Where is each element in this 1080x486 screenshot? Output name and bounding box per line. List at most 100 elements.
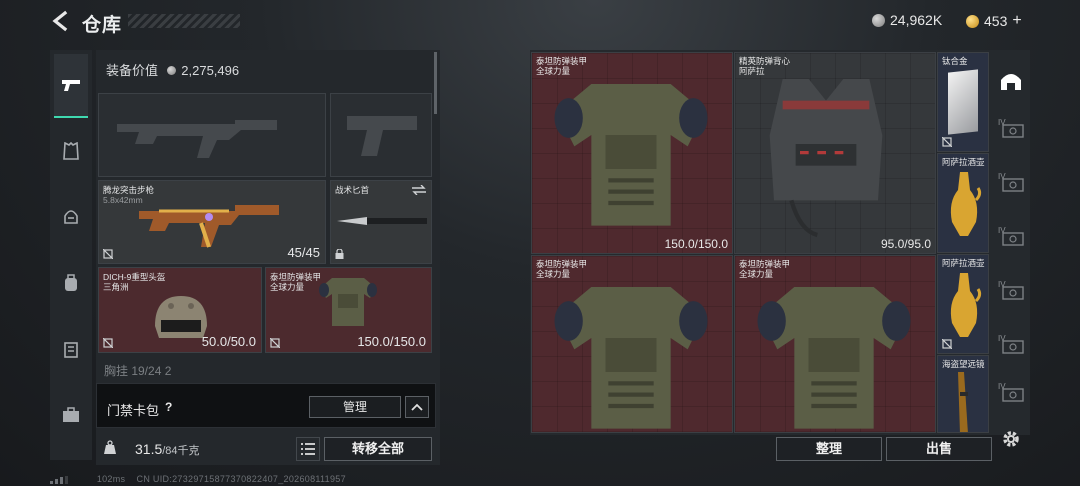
list-icon <box>301 443 315 455</box>
no-insure-icon <box>942 137 952 147</box>
helmet-icon <box>64 210 78 224</box>
back-icon[interactable] <box>50 10 72 32</box>
page-title: 仓库 <box>82 15 123 36</box>
tab-item-icon <box>1002 124 1024 138</box>
item-name: 泰坦防弹装甲 <box>270 272 322 282</box>
stash-item-vest[interactable]: 精英防弹背心 阿萨拉 95.0/95.0 <box>734 52 936 254</box>
telescope-icon <box>958 372 968 432</box>
stash-item-flask[interactable]: 阿萨拉酒壶 <box>937 153 989 253</box>
no-insure-icon <box>270 338 280 348</box>
tab-item-icon <box>1002 286 1024 300</box>
status-bar: 102ms CN UID:2732971587737082240​7_20260… <box>50 474 346 484</box>
durability: 50.0/50.0 <box>201 334 256 349</box>
rail-tab-chest-rig[interactable] <box>54 332 88 366</box>
stash-item-armor[interactable]: 泰坦防弹装甲 全球力量 150.0/150.0 <box>531 52 733 254</box>
add-gold-button[interactable]: + <box>1012 12 1021 30</box>
tab-item-icon <box>1002 340 1024 354</box>
ammo-count: 45/45 <box>287 245 320 260</box>
primary-weapon-slot[interactable]: 腾龙突击步枪 5.8x42mm 45/45 <box>98 180 326 264</box>
coin-icon <box>872 13 885 27</box>
item-name: 腾龙突击步枪 <box>103 185 155 195</box>
armor-item-icon <box>319 278 377 326</box>
item-name: 战术匕首 <box>335 185 370 195</box>
stash-filter-tab[interactable]: IV <box>998 334 1024 356</box>
briefcase-icon <box>63 407 79 422</box>
backpack-icon <box>65 274 77 291</box>
stash-filter-tab[interactable]: IV <box>998 118 1024 140</box>
rifle-silhouette-icon <box>117 120 277 158</box>
stash-item-flask[interactable]: 阿萨拉酒壶 <box>937 254 989 354</box>
item-name: DICH-9重型头盔 <box>103 272 166 282</box>
coin-balance: 24,962K <box>872 12 942 28</box>
uid: CN UID:2732971587737082240​7_20260811195… <box>136 474 346 484</box>
vest-item-icon <box>769 79 883 238</box>
carry-weight: 31.5/84千克 <box>135 441 200 457</box>
item-faction: 三角洲 <box>103 282 129 292</box>
titanium-plate-icon <box>948 69 978 135</box>
transfer-all-button[interactable]: 转移全部 <box>324 437 432 461</box>
gold-balance[interactable]: 453 + <box>966 12 1022 30</box>
armor-item-icon <box>757 287 911 429</box>
pistol-slot-empty[interactable] <box>330 93 432 177</box>
weight-icon <box>104 440 116 454</box>
no-insure-icon <box>942 339 952 349</box>
category-rail <box>50 50 92 460</box>
stash-item-titanium[interactable]: 钛合金 <box>937 52 989 152</box>
scrollbar[interactable] <box>434 52 437 114</box>
stash-filter-tab[interactable]: IV <box>998 172 1024 194</box>
stash-item-telescope[interactable]: 海盗望远镜 <box>937 355 989 433</box>
rail-tab-backpack[interactable] <box>54 266 88 300</box>
tab-item-icon <box>1002 178 1024 192</box>
stash-filter-tab[interactable]: IV <box>998 382 1024 404</box>
swap-icon[interactable] <box>412 185 426 195</box>
help-icon[interactable]: ? <box>165 400 172 414</box>
rifle-gold-icon <box>139 205 279 248</box>
armor-item-icon <box>554 84 708 226</box>
rail-tab-helmet[interactable] <box>54 200 88 234</box>
keycard-bar: 门禁卡包 ? 管理 <box>96 383 436 428</box>
knife-icon <box>337 217 427 225</box>
list-view-button[interactable] <box>296 437 320 461</box>
durability: 95.0/95.0 <box>880 237 931 251</box>
armor-slot[interactable]: 泰坦防弹装甲 全球力量 150.0/150.0 <box>265 267 432 353</box>
equipment-value: 装备价值 2,275,496 <box>106 63 240 78</box>
manage-button[interactable]: 管理 <box>309 396 401 418</box>
gear-icon[interactable] <box>1001 429 1021 449</box>
coin-icon <box>166 66 176 75</box>
tab-item-icon <box>1002 388 1024 402</box>
rail-tab-weapons[interactable] <box>54 54 88 118</box>
rifle-slot-empty[interactable] <box>98 93 326 177</box>
stash-filter-tab[interactable]: IV <box>998 280 1024 302</box>
item-faction: 全球力量 <box>270 282 305 292</box>
chest-rig-icon <box>64 342 78 358</box>
ping: 102ms <box>96 474 126 484</box>
durability: 150.0/150.0 <box>664 237 728 251</box>
pistol-silhouette-icon <box>347 116 417 156</box>
melee-slot[interactable]: 战术匕首 <box>330 180 432 264</box>
flask-icon <box>950 172 982 236</box>
rail-tab-case[interactable] <box>54 398 88 432</box>
stash-filter-tab[interactable]: IV <box>998 226 1024 248</box>
expand-button[interactable] <box>405 396 429 418</box>
stash-item-armor[interactable]: 泰坦防弹装甲 全球力量 <box>734 255 936 433</box>
sort-button[interactable]: 整理 <box>776 437 882 461</box>
helmet-slot[interactable]: DICH-9重型头盔 三角洲 50.0/50.0 <box>98 267 262 353</box>
pistol-icon <box>62 80 80 91</box>
tab-item-icon <box>1002 232 1024 246</box>
armor-item-icon <box>554 287 708 429</box>
title-decoration <box>128 14 240 28</box>
all-items-icon[interactable] <box>998 70 1024 92</box>
sell-button[interactable]: 出售 <box>886 437 992 461</box>
flask-icon <box>950 273 982 337</box>
gold-icon <box>966 14 979 28</box>
rail-tab-armor[interactable] <box>54 134 88 168</box>
no-insure-icon <box>103 249 113 259</box>
no-insure-icon <box>103 338 113 348</box>
keycard-label: 门禁卡包 <box>107 403 160 418</box>
durability: 150.0/150.0 <box>357 334 426 349</box>
stash-filter-tabs <box>994 58 1030 438</box>
stash-item-armor[interactable]: 泰坦防弹装甲 全球力量 <box>531 255 733 433</box>
chest-rig-row[interactable]: 胸挂 19/24 2 <box>96 362 434 380</box>
chevron-up-icon <box>411 403 423 411</box>
item-caliber: 5.8x42mm <box>103 195 143 205</box>
